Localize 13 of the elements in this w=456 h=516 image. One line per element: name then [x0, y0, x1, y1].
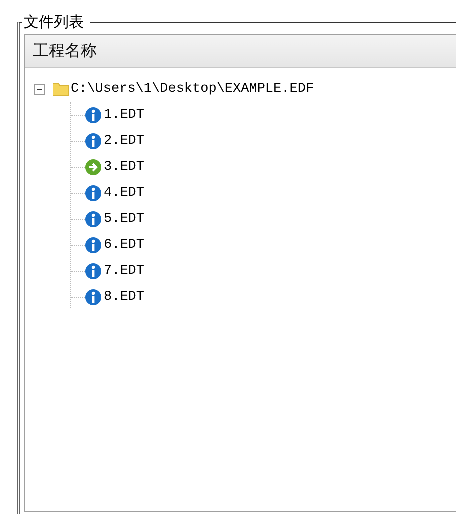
group-title: 文件列表 — [23, 14, 85, 30]
tree-item[interactable]: 4.EDT — [104, 186, 145, 200]
tree-item[interactable]: 2.EDT — [104, 134, 145, 148]
tree-item[interactable]: 5.EDT — [104, 212, 145, 226]
folder-icon — [53, 82, 69, 96]
tree-item[interactable]: 3.EDT — [104, 160, 145, 174]
tree-item[interactable]: 7.EDT — [104, 264, 145, 278]
tree-item[interactable]: 1.EDT — [104, 108, 145, 122]
column-header[interactable]: 工程名称 — [25, 35, 456, 68]
collapse-icon[interactable] — [34, 84, 45, 94]
tree-item[interactable]: 8.EDT — [104, 290, 145, 304]
tree-item[interactable]: 6.EDT — [104, 238, 145, 252]
tree-item[interactable]: C:\Users\1\Desktop\EXAMPLE.EDF — [71, 82, 314, 96]
